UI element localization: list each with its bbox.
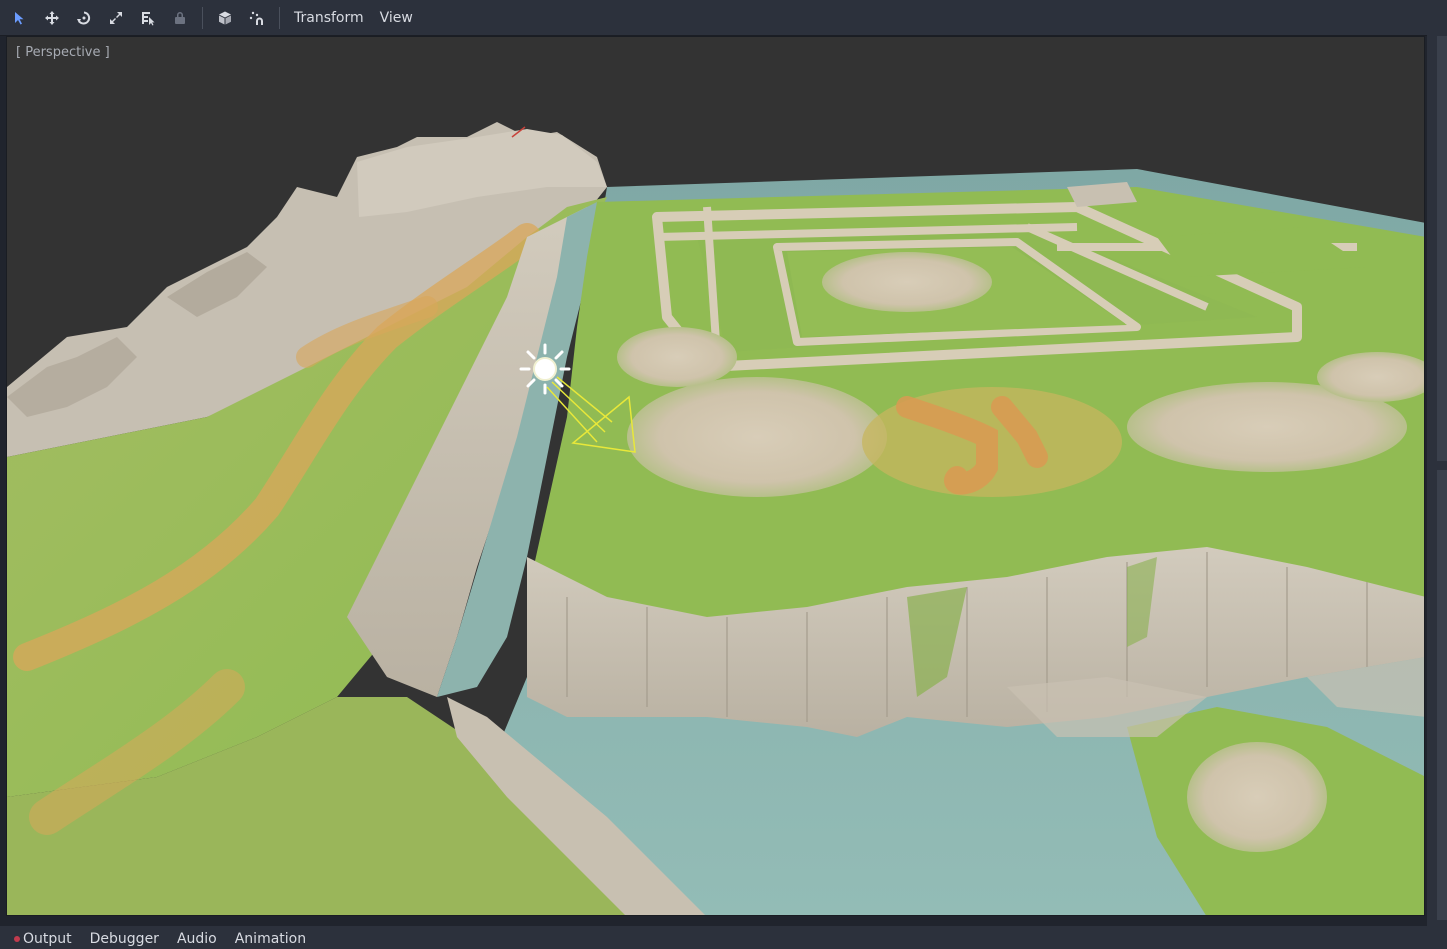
list-select-icon	[142, 11, 155, 25]
list-select-button[interactable]	[132, 2, 164, 34]
snap-icon	[249, 11, 263, 25]
editor-window: Transform View [Perspective] Output De…	[0, 0, 1447, 949]
terrain-scene	[7, 122, 1424, 915]
select-tool-button[interactable]	[4, 2, 36, 34]
scale-icon	[110, 11, 122, 24]
tab-debugger-label: Debugger	[89, 931, 159, 947]
tab-debugger[interactable]: Debugger	[81, 929, 168, 949]
select-arrow-icon	[15, 11, 24, 24]
viewport-perspective-label[interactable]: [ Perspective ]	[16, 45, 110, 60]
lock-button[interactable]	[164, 2, 196, 34]
toolbar-separator	[202, 6, 203, 29]
view-menu[interactable]: View	[372, 3, 421, 33]
toolbar-separator	[279, 6, 280, 29]
cube-icon	[219, 11, 231, 24]
local-space-button[interactable]	[209, 2, 241, 34]
move-icon	[45, 10, 59, 25]
tab-audio-label: Audio	[176, 931, 217, 947]
snap-button[interactable]	[241, 2, 273, 34]
error-indicator-icon	[14, 936, 20, 942]
right-dock-edge	[1427, 0, 1447, 949]
tab-audio[interactable]: Audio	[168, 929, 226, 949]
transform-menu[interactable]: Transform	[286, 3, 372, 33]
rotate-icon	[77, 11, 91, 24]
move-tool-button[interactable]	[36, 2, 68, 34]
tab-output[interactable]: Output	[0, 929, 81, 949]
lock-icon	[175, 11, 185, 24]
scale-tool-button[interactable]	[100, 2, 132, 34]
tab-animation[interactable]: Animation	[226, 929, 315, 949]
bottom-panel-tabs: Output Debugger Audio Animation	[0, 926, 1427, 949]
viewport-toolbar: Transform View	[0, 0, 1427, 36]
tab-output-label: Output	[23, 931, 72, 947]
rotate-tool-button[interactable]	[68, 2, 100, 34]
3d-viewport[interactable]: [ Perspective ]	[6, 36, 1425, 916]
tab-animation-label: Animation	[234, 931, 307, 947]
